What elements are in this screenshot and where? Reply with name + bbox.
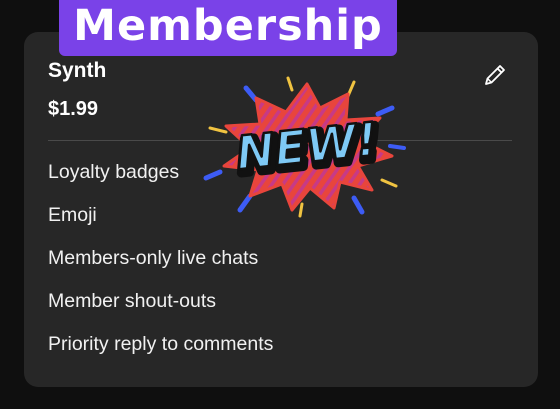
tier-price: $1.99 <box>48 98 99 120</box>
membership-screen: Membership Synth $1.99 Loyalty badges Em… <box>0 0 560 409</box>
tier-name: Synth <box>48 59 107 82</box>
pencil-icon <box>485 65 505 85</box>
perk-item: Members-only live chats <box>48 247 259 269</box>
new-sticker: NEW! NEW! <box>203 76 406 218</box>
page-title: Membership <box>73 0 383 51</box>
edit-tier-button[interactable] <box>478 58 512 92</box>
membership-header-badge: Membership <box>59 0 397 56</box>
perk-item: Member shout-outs <box>48 290 216 312</box>
perk-item: Priority reply to comments <box>48 333 274 355</box>
